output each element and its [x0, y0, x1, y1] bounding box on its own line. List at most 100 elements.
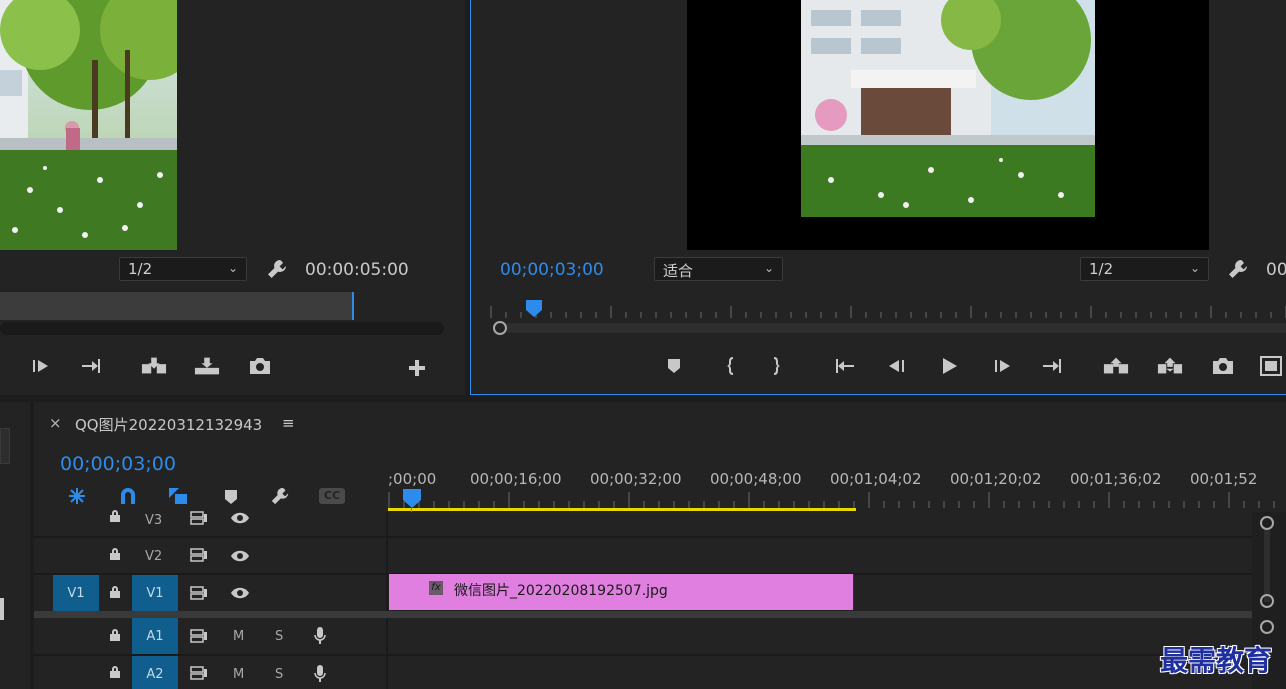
chevron-down-icon: ⌄	[763, 261, 774, 275]
fit-value: 适合	[663, 262, 694, 280]
source-scrub-range[interactable]	[0, 292, 353, 320]
step-forward-button[interactable]	[989, 354, 1015, 378]
mark-out-button[interactable]	[764, 354, 790, 378]
lock-icon[interactable]	[109, 585, 121, 603]
program-video-frame	[687, 0, 1209, 250]
lock-icon[interactable]	[109, 628, 121, 646]
program-zoom-scrollbar[interactable]	[507, 323, 1286, 333]
add-button-icon[interactable]	[404, 356, 430, 380]
ruler-label: ;00;00	[388, 470, 437, 488]
add-marker-button[interactable]	[661, 354, 687, 378]
eye-icon[interactable]	[230, 587, 250, 603]
tool-indicator[interactable]	[0, 598, 4, 620]
source-zoom-dropdown[interactable]: 1/2 ⌄	[119, 257, 247, 281]
scroll-track-video[interactable]	[1264, 530, 1270, 602]
go-to-in-button[interactable]	[832, 354, 858, 378]
ruler-label: 00;01;20;02	[950, 470, 1042, 488]
video-audio-divider[interactable]	[34, 611, 1252, 618]
chevron-down-icon: ⌄	[1189, 261, 1200, 275]
lock-icon[interactable]	[109, 547, 121, 565]
go-to-out-button[interactable]	[78, 354, 104, 378]
microphone-icon[interactable]	[314, 664, 326, 688]
close-tab-icon[interactable]: ×	[49, 414, 62, 432]
eye-icon[interactable]	[230, 550, 250, 566]
ruler-label: 00;00;48;00	[710, 470, 802, 488]
source-duration-timecode: 00:00:05:00	[305, 260, 409, 280]
ruler-label: 00;00;32;00	[590, 470, 682, 488]
play-button[interactable]	[936, 354, 962, 378]
sync-lock-icon[interactable]	[190, 511, 208, 529]
track-a1: A1 M S	[34, 618, 388, 654]
source-video-frame	[0, 0, 177, 250]
work-area-bar[interactable]	[388, 508, 856, 511]
program-duration-timecode: 00	[1266, 260, 1286, 280]
selection-tool[interactable]	[0, 428, 10, 464]
source-zoom-scrollbar[interactable]	[0, 322, 444, 335]
source-patch-v1[interactable]: V1	[53, 575, 99, 611]
timeline-clip[interactable]: fx 微信图片_20220208192507.jpg	[389, 574, 854, 610]
track-v1: V1 V1	[34, 575, 388, 611]
program-time-ruler[interactable]	[489, 300, 1286, 318]
lock-icon[interactable]	[109, 509, 121, 527]
program-zoom-value: 1/2	[1089, 260, 1114, 278]
track-name: V3	[145, 513, 163, 528]
sync-lock-icon[interactable]	[190, 666, 208, 684]
program-zoom-dropdown[interactable]: 1/2 ⌄	[1080, 257, 1209, 281]
export-frame-camera-icon[interactable]	[247, 354, 273, 378]
go-to-out-button[interactable]	[1039, 354, 1065, 378]
solo-button[interactable]: S	[275, 667, 283, 682]
track-target-a1[interactable]: A1	[132, 618, 178, 654]
ruler-label: 00;01;36;02	[1070, 470, 1162, 488]
track-target-v1[interactable]: V1	[132, 575, 178, 611]
sync-lock-icon[interactable]	[190, 629, 208, 647]
track-name: V2	[145, 549, 163, 564]
source-monitor-panel: 1/2 ⌄ 00:00:05:00	[0, 0, 465, 395]
ruler-label: 00;01;04;02	[830, 470, 922, 488]
mark-in-button[interactable]	[717, 354, 743, 378]
source-zoom-value: 1/2	[128, 260, 153, 278]
mute-button[interactable]: M	[233, 629, 244, 644]
scroll-handle-mid[interactable]	[1260, 594, 1274, 608]
ruler-label: 00;00;16;00	[470, 470, 562, 488]
scroll-handle-top[interactable]	[1260, 516, 1274, 530]
source-out-marker[interactable]	[352, 292, 354, 320]
program-monitor-panel: 00;00;03;00 适合 ⌄ 1/2 ⌄ 00	[470, 0, 1286, 395]
mute-button[interactable]: M	[233, 667, 244, 682]
program-playhead-timecode[interactable]: 00;00;03;00	[500, 260, 604, 280]
step-back-button[interactable]	[884, 354, 910, 378]
wrench-icon[interactable]	[1227, 258, 1251, 282]
timeline-playhead-timecode[interactable]: 00;00;03;00	[60, 453, 176, 475]
chevron-down-icon: ⌄	[227, 261, 238, 275]
track-v3: V3	[34, 500, 388, 536]
overwrite-button[interactable]	[194, 354, 220, 378]
ruler-ticks	[388, 492, 1275, 508]
eye-icon[interactable]	[230, 512, 250, 528]
solo-button[interactable]: S	[275, 629, 283, 644]
sync-lock-icon[interactable]	[190, 586, 208, 604]
scroll-handle-audio[interactable]	[1260, 620, 1274, 634]
track-target-a2[interactable]: A2	[132, 656, 178, 689]
program-playhead-marker[interactable]	[526, 300, 542, 318]
export-frame-camera-icon[interactable]	[1210, 354, 1236, 378]
tab-menu-icon[interactable]: ≡	[282, 414, 295, 432]
ruler-label: 00;01;52	[1190, 470, 1258, 488]
tools-panel	[0, 402, 30, 689]
lock-icon[interactable]	[109, 665, 121, 683]
lift-button[interactable]	[1103, 354, 1129, 378]
insert-button[interactable]	[141, 354, 167, 378]
track-v2: V2	[34, 538, 388, 574]
extract-button[interactable]	[1157, 354, 1183, 378]
fit-dropdown[interactable]: 适合 ⌄	[654, 257, 783, 281]
clip-name: 微信图片_20220208192507.jpg	[454, 583, 668, 599]
step-forward-button[interactable]	[27, 354, 53, 378]
timeline-playhead-handle[interactable]	[403, 489, 421, 509]
comparison-view-icon[interactable]	[1259, 354, 1285, 378]
track-a2: A2 M S	[34, 656, 388, 689]
sync-lock-icon[interactable]	[190, 548, 208, 566]
watermark-text: 最需教育	[1160, 644, 1273, 677]
microphone-icon[interactable]	[314, 626, 326, 650]
sequence-tab[interactable]: QQ图片20220312132943	[75, 414, 262, 435]
zoom-scroll-handle[interactable]	[493, 321, 507, 335]
timeline-panel: × QQ图片20220312132943 ≡ 00;00;03;00 CC ;0…	[34, 402, 1286, 689]
wrench-icon[interactable]	[266, 258, 290, 282]
